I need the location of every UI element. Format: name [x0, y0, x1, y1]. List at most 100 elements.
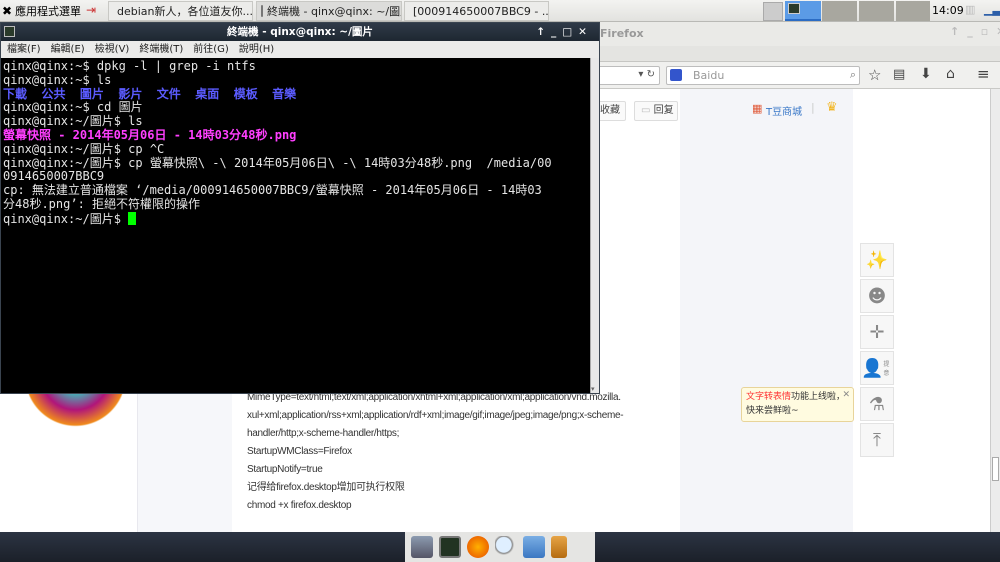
terminal-line: qinx@qinx:~/圖片$ cp 螢幕快照\ -\ 2014年05月06日\… [3, 155, 590, 171]
menu-file[interactable]: 檔案(F) [7, 41, 41, 58]
terminal-line-text: qinx@qinx:~/圖片$ cp 螢幕快照\ -\ 2014年05月06日\… [3, 155, 552, 170]
terminal-window: 終端機 - qinx@qinx: ~/圖片 ↑_□✕ 檔案(F) 編輯(E) 檢… [0, 22, 600, 394]
task-folder[interactable]: [000914650007BBC9 - ... [404, 1, 549, 21]
task-label: [000914650007BBC9 - ... [413, 4, 549, 18]
feedback-button[interactable]: 👤 提意 [860, 351, 894, 385]
search-placeholder: Baidu [693, 69, 725, 82]
baidu-icon [670, 69, 682, 81]
terminal-line-text: qinx@qinx:~/圖片$ cp ^C [3, 141, 165, 156]
shop-icon: ▦ [752, 102, 763, 115]
terminal-line-text: qinx@qinx:~$ cd 圖片 [3, 100, 143, 115]
tooltip-highlight: 文字转表情 [746, 392, 792, 402]
terminal-icon [261, 5, 263, 17]
article-line: 记得给firefox.desktop增加可执行权限 [247, 482, 405, 493]
terminal-scrollbar[interactable]: ▾ [590, 58, 599, 393]
menu-edit[interactable]: 編輯(E) [51, 41, 85, 58]
close-icon[interactable]: ✕ [842, 388, 850, 402]
tooltip: 文字转表情功能上线啦，快来尝鲜啦~ ✕ [741, 387, 854, 422]
article-line: handler/http;x-scheme-handler/https; [247, 428, 400, 439]
terminal-line-text: cp: 無法建立普通檔案 ‘/media/000914650007BBC9/螢幕… [3, 183, 542, 198]
reply-button[interactable]: ▭ 回复 [634, 101, 678, 121]
reply-label: 回复 [653, 105, 674, 116]
terminal-line: qinx@qinx:~$ ls [3, 72, 590, 88]
bookmark-star-icon[interactable]: ☆ [868, 66, 881, 84]
terminal-titlebar[interactable]: 終端機 - qinx@qinx: ~/圖片 ↑_□✕ [1, 23, 599, 41]
magic-wand-button[interactable]: ✨ [860, 243, 894, 277]
terminal-line-text: qinx@qinx:~$ ls [3, 72, 112, 87]
article-line: StartupWMClass=Firefox [247, 446, 352, 457]
add-button[interactable]: ✛ [860, 315, 894, 349]
clock[interactable]: 14:09 [932, 4, 964, 17]
terminal-line-text: qinx@qinx:~/圖片$ ls [3, 114, 143, 129]
download-icon[interactable]: ⬇ [920, 66, 932, 82]
terminal-line-text: 下載 公共 圖片 影片 文件 桌面 模板 音樂 [3, 86, 297, 101]
terminal-launcher-icon[interactable] [439, 536, 461, 558]
terminal-line: qinx@qinx:~$ dpkg -l | grep -i ntfs [3, 59, 590, 74]
bookmarks-icon[interactable]: ▤ [893, 67, 905, 82]
search-input[interactable]: Baidu ⌕ [666, 66, 860, 85]
menu-help[interactable]: 說明(H) [239, 41, 274, 58]
app-menu-icon: ✖ [2, 4, 13, 18]
terminal-line-text: 0914650007BBC9 [3, 169, 105, 184]
task-label: 終端機 - qinx@qinx: ~/圖片 [267, 5, 402, 18]
shop-link[interactable]: T豆商城 [766, 103, 802, 118]
search-launcher-icon[interactable] [495, 536, 517, 558]
terminal-line: qinx@qinx:~/圖片$ cp ^C [3, 141, 590, 157]
comment-icon: ▭ [641, 105, 651, 116]
terminal-thumb-icon [788, 3, 800, 14]
menu-terminal[interactable]: 終端機(T) [139, 41, 183, 58]
network-signal-icon[interactable]: ▁▃▅ [984, 3, 1000, 16]
terminal-title: 終端機 - qinx@qinx: ~/圖片 [227, 26, 373, 38]
terminal-menubar: 檔案(F) 編輯(E) 檢視(V) 終端機(T) 前往(G) 說明(H) [1, 41, 599, 58]
workspace-3[interactable] [859, 1, 894, 21]
lab-button[interactable]: ⚗ [860, 387, 894, 421]
app-menu-button[interactable]: ✖ 應用程式選單 [2, 3, 81, 19]
terminal-line-text: 螢幕快照 - 2014年05月06日 - 14時03分48秒.png [3, 127, 297, 142]
firefox-launcher-icon[interactable] [467, 536, 489, 558]
logout-icon[interactable]: ⇥ [86, 3, 96, 17]
terminal-line: 下載 公共 圖片 影片 文件 桌面 模板 音樂 [3, 86, 590, 102]
bear-face-icon: ☻ [867, 285, 887, 307]
emoji-button[interactable]: ☻ [860, 279, 894, 313]
files-launcher-icon[interactable] [523, 536, 545, 558]
back-to-top-button[interactable]: ⤒ [860, 423, 894, 457]
terminal-line-text: 分48秒.png’: 拒絕不符權限的操作 [3, 196, 201, 211]
workspace-1[interactable] [785, 1, 821, 21]
cursor [128, 211, 137, 225]
divider: | [811, 101, 815, 114]
plus-icon: ✛ [869, 321, 885, 343]
arrow-up-icon: ⤒ [873, 429, 881, 451]
task-firefox[interactable]: debian新人，各位道友你... [108, 1, 253, 21]
window-controls[interactable]: ↑_▫✕ [950, 25, 1000, 38]
menu-go[interactable]: 前往(G) [193, 41, 229, 58]
terminal-output[interactable]: qinx@qinx:~$ dpkg -l | grep -i ntfs qinx@… [1, 58, 590, 393]
show-desktop-icon[interactable] [411, 536, 433, 558]
top-panel: ✖ 應用程式選單 ⇥ debian新人，各位道友你... 終端機 - qinx@q… [0, 0, 1000, 22]
task-label: debian新人，各位道友你... [117, 5, 253, 18]
page-scrollbar[interactable] [990, 89, 1000, 532]
workspace-2[interactable] [822, 1, 857, 21]
screenshot-icon[interactable] [763, 2, 783, 21]
magic-wand-icon: ✨ [865, 249, 889, 271]
url-bar[interactable]: ▾ ↻ [590, 66, 660, 85]
article-body: MimeType=text/html;text/xml;application/… [247, 389, 624, 515]
menu-view[interactable]: 檢視(V) [95, 41, 130, 58]
crown-icon[interactable]: ♛ [826, 100, 838, 115]
terminal-line: qinx@qinx:~/圖片$ [3, 211, 590, 227]
home-icon[interactable]: ⌂ [946, 66, 955, 82]
terminal-line: qinx@qinx:~$ cd 圖片 [3, 100, 590, 115]
article-line: xul+xml;application/rss+xml;application/… [247, 410, 624, 421]
menu-icon[interactable]: ≡ [977, 65, 990, 83]
flask-icon: ⚗ [868, 393, 886, 415]
terminal-line-text: qinx@qinx:~$ dpkg -l | grep -i ntfs [3, 59, 256, 73]
archive-launcher-icon[interactable] [551, 536, 567, 558]
workspace-4[interactable] [896, 1, 930, 21]
task-terminal[interactable]: 終端機 - qinx@qinx: ~/圖片 [256, 1, 402, 21]
keyboard-icon[interactable]: ▥ [965, 3, 975, 16]
search-icon[interactable]: ⌕ [850, 68, 856, 82]
window-controls[interactable]: ↑_□✕ [536, 23, 593, 41]
terminal-line: qinx@qinx:~/圖片$ ls [3, 114, 590, 129]
feedback-label: 提意 [883, 361, 890, 377]
terminal-line: cp: 無法建立普通檔案 ‘/media/000914650007BBC9/螢幕… [3, 183, 590, 198]
app-menu-label: 應用程式選單 [15, 5, 82, 18]
